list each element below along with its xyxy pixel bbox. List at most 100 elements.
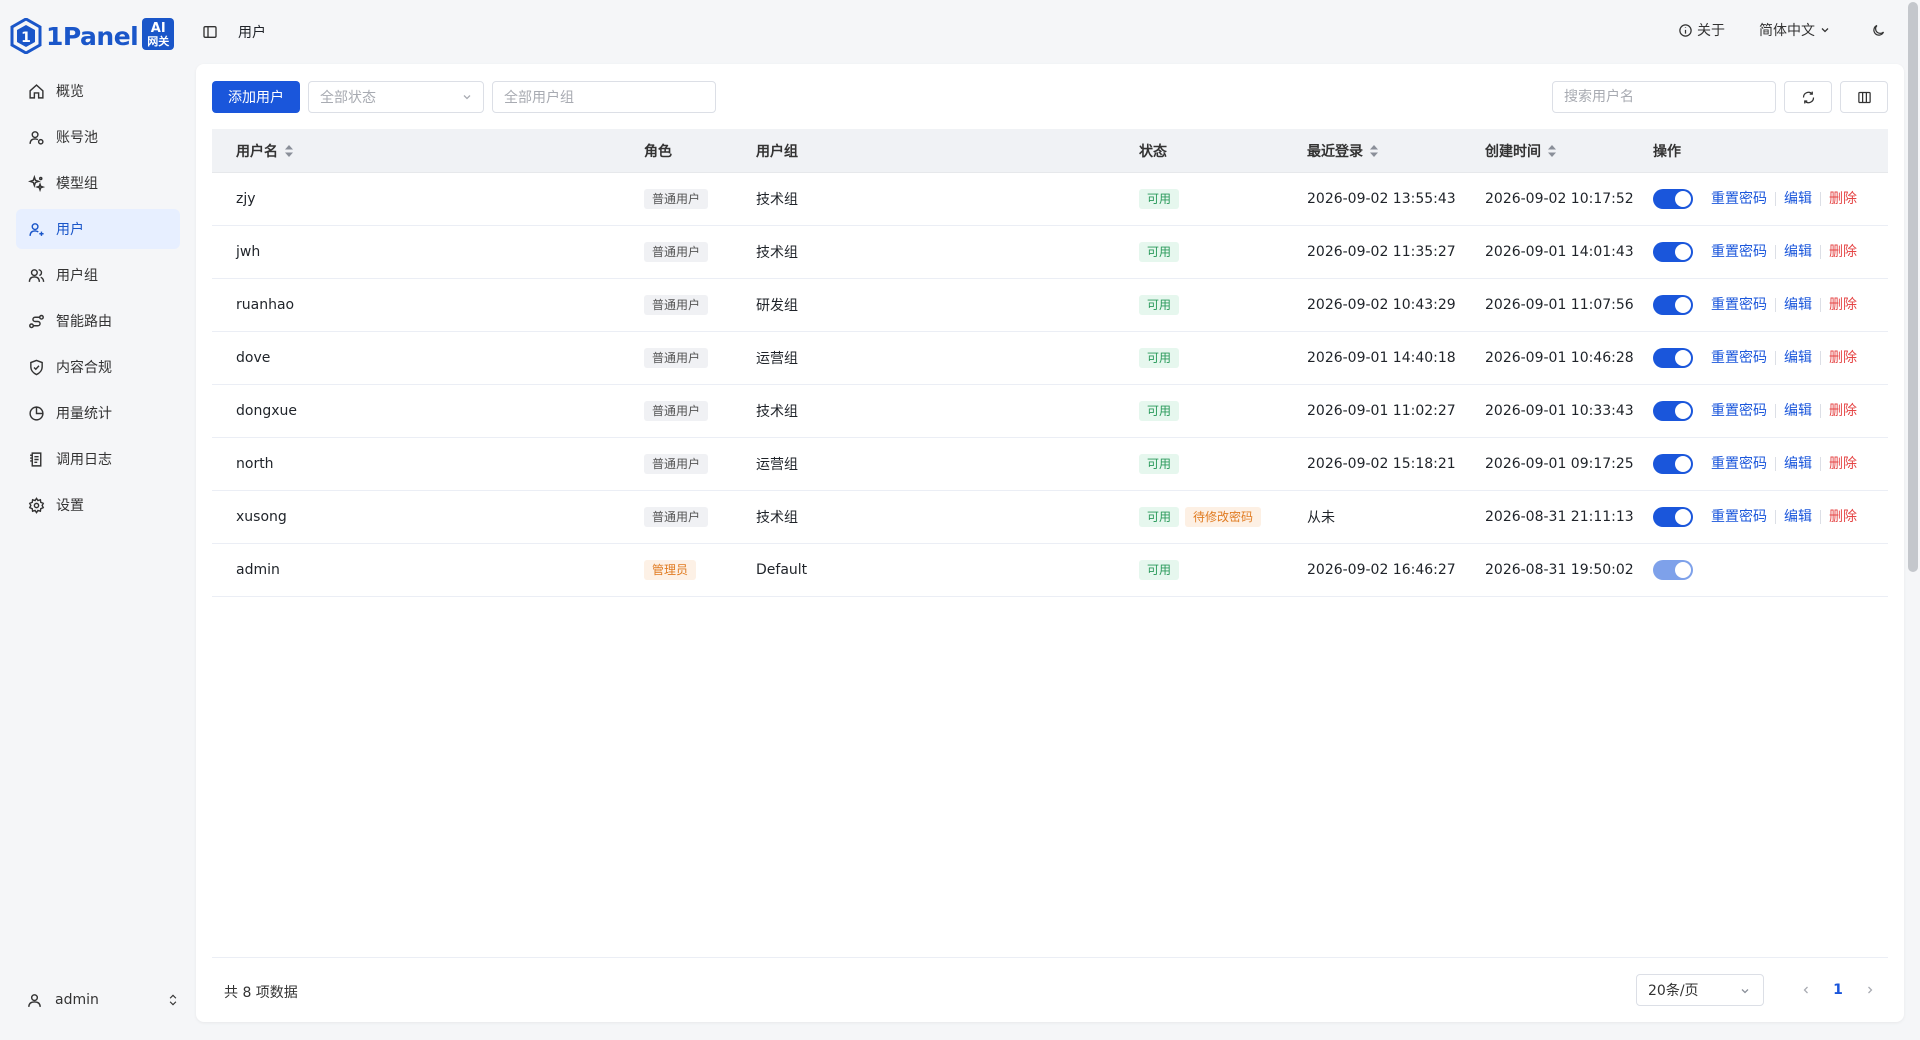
table-row: xusong 普通用户 技术组 可用 待修改密码 从未 2026-08-31 21:11:1… <box>212 491 1888 544</box>
sidebar-item-overview[interactable]: 概览 <box>16 71 180 111</box>
status-badge: 可用 <box>1139 454 1180 474</box>
sidebar: 1 1Panel AI 网关 概览 账号池 模型组 用户 用户组 智能路由 内容… <box>0 0 196 1040</box>
group-filter-placeholder: 全部用户组 <box>504 90 574 106</box>
cell-status: 可用 <box>1115 295 1283 315</box>
username-text: dove <box>236 350 271 366</box>
enable-toggle[interactable] <box>1653 401 1693 421</box>
cell-group: 运营组 <box>732 348 1115 368</box>
enable-toggle[interactable] <box>1653 189 1693 209</box>
edit-link[interactable]: 编辑 <box>1776 351 1821 365</box>
logo[interactable]: 1 1Panel AI 网关 <box>10 16 175 56</box>
chevron-right-icon <box>1868 986 1873 994</box>
enable-toggle[interactable] <box>1653 242 1693 262</box>
delete-link[interactable]: 删除 <box>1821 351 1865 365</box>
cell-created: 2026-09-01 10:46:28 <box>1461 350 1634 366</box>
delete-link[interactable]: 删除 <box>1821 192 1865 206</box>
reset-password-link[interactable]: 重置密码 <box>1703 457 1776 471</box>
sidebar-item-call-logs[interactable]: 调用日志 <box>16 439 180 479</box>
sidebar-item-smart-routing[interactable]: 智能路由 <box>16 301 180 341</box>
users-table: 用户名 角色 用户组 状态 最近登录 创建时间 操作 zjy 普通用户 技术组 可用 2… <box>212 129 1888 597</box>
sidebar-item-usage-stats[interactable]: 用量统计 <box>16 393 180 433</box>
brand-name: 1Panel <box>46 21 139 51</box>
status-badge: 可用 <box>1139 401 1180 421</box>
column-username[interactable]: 用户名 <box>212 141 620 161</box>
enable-toggle[interactable] <box>1653 507 1693 527</box>
created-text: 2026-09-02 10:17:52 <box>1485 191 1634 207</box>
sidebar-item-content-compliance[interactable]: 内容合规 <box>16 347 180 387</box>
column-header-label: 状态 <box>1139 143 1167 160</box>
created-text: 2026-09-01 10:33:43 <box>1485 403 1634 419</box>
edit-link[interactable]: 编辑 <box>1776 245 1821 259</box>
created-text: 2026-09-01 10:46:28 <box>1485 350 1634 366</box>
theme-toggle[interactable] <box>1871 23 1886 38</box>
cell-status: 可用 <box>1115 242 1283 262</box>
chevron-down-icon <box>1741 989 1749 994</box>
page-size-select[interactable]: 20条/页 <box>1636 974 1764 1006</box>
role-badge: 普通用户 <box>644 454 709 474</box>
sidebar-item-account-pool[interactable]: 账号池 <box>16 117 180 157</box>
delete-link[interactable]: 删除 <box>1821 298 1865 312</box>
column-last-login[interactable]: 最近登录 <box>1283 141 1461 161</box>
moon-icon <box>1873 24 1885 36</box>
column-header-label: 角色 <box>644 143 672 160</box>
delete-link[interactable]: 删除 <box>1821 404 1865 418</box>
sidebar-item-label: 智能路由 <box>56 314 112 330</box>
cell-last-login: 从未 <box>1283 507 1461 527</box>
pagination: 1 <box>1790 974 1886 1006</box>
next-page-button[interactable] <box>1854 974 1886 1006</box>
reset-password-link[interactable]: 重置密码 <box>1703 298 1776 312</box>
group-text: 研发组 <box>756 298 798 314</box>
sort-icon[interactable] <box>284 144 294 158</box>
username-text: zjy <box>236 191 256 207</box>
group-filter-select[interactable]: 全部用户组 <box>492 81 716 113</box>
reset-password-link[interactable]: 重置密码 <box>1703 351 1776 365</box>
language-select[interactable]: 简体中文 <box>1759 20 1835 40</box>
header-actions: 关于 简体中文 <box>1674 20 1886 40</box>
sidebar-toggle-button[interactable] <box>198 20 222 44</box>
current-user-menu[interactable]: admin <box>16 980 180 1020</box>
sidebar-item-model-group[interactable]: 模型组 <box>16 163 180 203</box>
delete-link[interactable]: 删除 <box>1821 245 1865 259</box>
edit-link[interactable]: 编辑 <box>1776 457 1821 471</box>
users-icon <box>28 268 45 282</box>
delete-link[interactable]: 删除 <box>1821 457 1865 471</box>
reset-password-link[interactable]: 重置密码 <box>1703 192 1776 206</box>
page-scrollbar[interactable] <box>1908 2 1918 572</box>
svg-text:1: 1 <box>21 30 31 46</box>
sidebar-item-users[interactable]: 用户 <box>16 209 180 249</box>
refresh-button[interactable] <box>1784 81 1832 113</box>
status-badge: 可用 <box>1139 560 1180 580</box>
enable-toggle[interactable] <box>1653 348 1693 368</box>
edit-link[interactable]: 编辑 <box>1776 298 1821 312</box>
delete-link[interactable]: 删除 <box>1821 510 1865 524</box>
toolbar: 添加用户 全部状态 全部用户组 <box>212 81 1888 115</box>
column-settings-button[interactable] <box>1840 81 1888 113</box>
last-login-text: 2026-09-01 11:02:27 <box>1307 403 1456 419</box>
search-input[interactable] <box>1552 81 1776 113</box>
add-user-button[interactable]: 添加用户 <box>212 81 300 113</box>
cell-created: 2026-08-31 19:50:02 <box>1461 562 1634 578</box>
about-link[interactable]: 关于 <box>1674 20 1725 40</box>
column-header-label: 最近登录 <box>1307 143 1363 160</box>
edit-link[interactable]: 编辑 <box>1776 510 1821 524</box>
enable-toggle[interactable] <box>1653 454 1693 474</box>
column-created[interactable]: 创建时间 <box>1461 141 1629 161</box>
column-actions: 操作 <box>1629 141 1888 161</box>
reset-password-link[interactable]: 重置密码 <box>1703 510 1776 524</box>
prev-page-button[interactable] <box>1790 974 1822 1006</box>
sort-icon[interactable] <box>1547 144 1557 158</box>
cell-username: zjy <box>212 191 620 207</box>
page-number-button[interactable]: 1 <box>1822 974 1854 1006</box>
sidebar-item-settings[interactable]: 设置 <box>16 485 180 525</box>
reset-password-link[interactable]: 重置密码 <box>1703 404 1776 418</box>
edit-link[interactable]: 编辑 <box>1776 404 1821 418</box>
sort-icon[interactable] <box>1369 144 1379 158</box>
route-icon <box>29 314 44 328</box>
log-icon <box>30 451 42 467</box>
reset-password-link[interactable]: 重置密码 <box>1703 245 1776 259</box>
last-login-text: 2026-09-02 10:43:29 <box>1307 297 1456 313</box>
status-filter-select[interactable]: 全部状态 <box>308 81 484 113</box>
enable-toggle[interactable] <box>1653 295 1693 315</box>
edit-link[interactable]: 编辑 <box>1776 192 1821 206</box>
sidebar-item-user-groups[interactable]: 用户组 <box>16 255 180 295</box>
